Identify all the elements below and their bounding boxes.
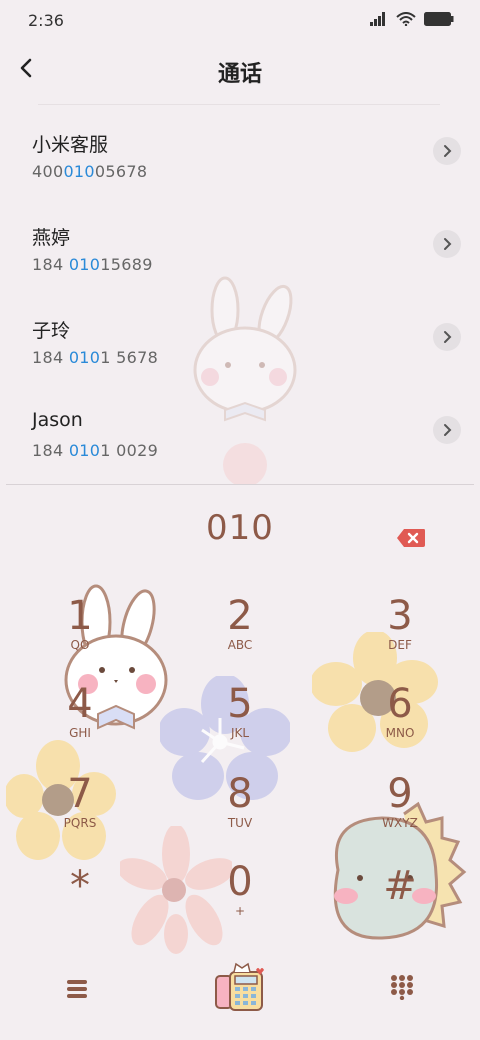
contact-number: 184 01015689: [32, 255, 153, 274]
contact-row[interactable]: Jason 184 0101 0029: [0, 409, 480, 501]
key-digit: 2: [227, 593, 253, 639]
dial-key-8[interactable]: 8 TUV: [180, 772, 300, 852]
contact-detail-button[interactable]: [433, 230, 461, 258]
contact-row[interactable]: 小米客服 40001005678: [0, 130, 480, 222]
status-icons: [370, 12, 454, 26]
contact-number: 184 0101 5678: [32, 348, 159, 367]
signal-icon: [370, 12, 385, 26]
contact-name: 燕婷: [32, 227, 71, 249]
dial-key-0[interactable]: 0 +: [180, 860, 300, 940]
wifi-icon: [396, 12, 416, 26]
contact-number: 184 0101 0029: [32, 441, 159, 460]
divider: [38, 104, 440, 105]
menu-icon[interactable]: [66, 978, 88, 1000]
battery-icon: [424, 12, 454, 26]
key-digit: #: [383, 863, 417, 909]
dial-key-6[interactable]: 6 MNO: [340, 682, 460, 762]
key-letters: QO: [70, 638, 90, 652]
key-letters: +: [234, 904, 246, 918]
key-digit: 4: [67, 681, 93, 727]
chevron-right-icon: [444, 238, 452, 250]
dial-key-5[interactable]: 5 JKL: [180, 682, 300, 762]
key-digit: 6: [387, 681, 413, 727]
contact-detail-button[interactable]: [433, 416, 461, 444]
contact-name: 小米客服: [32, 134, 109, 156]
key-letters: GHI: [69, 726, 91, 740]
key-digit: 3: [387, 593, 413, 639]
keypad-icon[interactable]: [390, 974, 414, 1000]
chevron-right-icon: [444, 424, 452, 436]
dial-key-2[interactable]: 2 ABC: [180, 594, 300, 674]
bottom-bar: [0, 960, 480, 1020]
dial-key-7[interactable]: 7 PQRS: [20, 772, 140, 852]
contact-row[interactable]: 燕婷 184 01015689: [0, 223, 480, 315]
key-letters: ABC: [227, 638, 253, 652]
key-digit: 1: [67, 593, 93, 639]
status-bar: 2:36: [0, 0, 480, 40]
header: 通话: [0, 48, 480, 92]
contact-number: 40001005678: [32, 162, 148, 181]
divider: [6, 484, 474, 485]
contact-detail-button[interactable]: [433, 323, 461, 351]
key-digit: 9: [387, 771, 413, 817]
page-title: 通话: [217, 62, 262, 87]
dial-key-4[interactable]: 4 GHI: [20, 682, 140, 762]
key-letters: WXYZ: [382, 816, 418, 830]
key-letters: JKL: [230, 726, 250, 740]
status-time: 2:36: [28, 11, 64, 30]
key-letters: PQRS: [63, 816, 97, 830]
contact-row[interactable]: 子玲 184 0101 5678: [0, 316, 480, 408]
chevron-right-icon: [444, 145, 452, 157]
key-digit: 0: [227, 859, 253, 905]
dial-key-3[interactable]: 3 DEF: [340, 594, 460, 674]
backspace-icon: [397, 529, 425, 547]
key-digit: 7: [67, 771, 93, 817]
dial-key-1[interactable]: 1 QO: [20, 594, 140, 674]
call-icon[interactable]: [214, 962, 266, 1014]
key-letters: TUV: [227, 816, 253, 830]
contact-name: 子玲: [32, 320, 71, 342]
dial-key-hash[interactable]: #: [340, 864, 460, 944]
contact-name: Jason: [32, 409, 83, 431]
backspace-button[interactable]: [396, 528, 426, 548]
chevron-right-icon: [444, 331, 452, 343]
dial-key-9[interactable]: 9 WXYZ: [340, 772, 460, 852]
contact-detail-button[interactable]: [433, 137, 461, 165]
key-letters: DEF: [388, 638, 412, 652]
key-digit: 5: [227, 681, 253, 727]
dial-key-star[interactable]: *: [20, 864, 140, 944]
key-digit: 8: [227, 771, 253, 817]
key-digit: *: [70, 863, 90, 909]
key-letters: MNO: [385, 726, 415, 740]
